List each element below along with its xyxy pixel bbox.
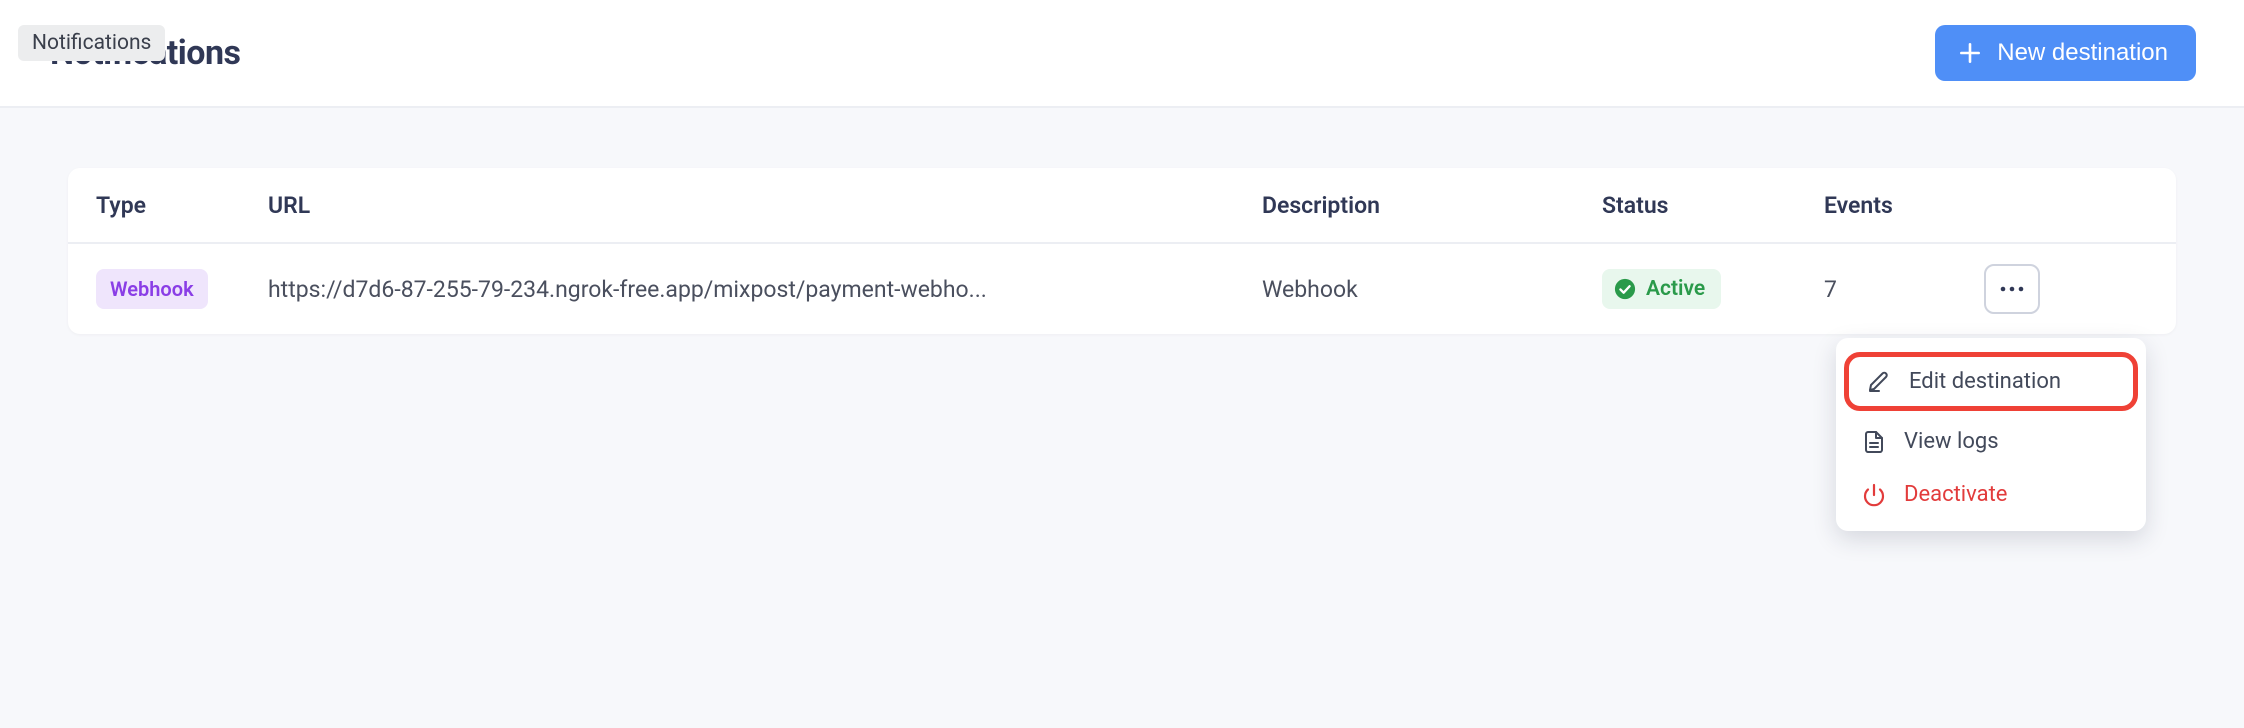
col-description: Description bbox=[1262, 192, 1602, 219]
destinations-card: Type URL Description Status Events Webho… bbox=[68, 168, 2176, 334]
table-row[interactable]: Webhook https://d7d6-87-255-79-234.ngrok… bbox=[68, 244, 2176, 334]
row-description: Webhook bbox=[1262, 276, 1602, 303]
new-destination-label: New destination bbox=[1997, 39, 2168, 67]
row-url: https://d7d6-87-255-79-234.ngrok-free.ap… bbox=[268, 276, 1262, 303]
power-icon bbox=[1862, 483, 1886, 507]
status-badge: Active bbox=[1602, 269, 1721, 309]
tooltip-notifications: Notifications bbox=[18, 25, 165, 61]
row-events: 7 bbox=[1824, 276, 1984, 303]
menu-edit-destination[interactable]: Edit destination bbox=[1844, 352, 2138, 411]
col-status: Status bbox=[1602, 192, 1824, 219]
table-header: Type URL Description Status Events bbox=[68, 168, 2176, 244]
document-icon bbox=[1862, 430, 1886, 454]
content-area: Type URL Description Status Events Webho… bbox=[0, 108, 2244, 728]
menu-logs-label: View logs bbox=[1904, 429, 1999, 454]
plus-icon bbox=[1957, 40, 1983, 66]
new-destination-button[interactable]: New destination bbox=[1935, 25, 2196, 81]
status-label: Active bbox=[1646, 277, 1705, 301]
col-type: Type bbox=[96, 192, 268, 219]
row-actions-menu: Edit destination View logs Deactivate bbox=[1836, 338, 2146, 531]
more-horizontal-icon bbox=[2000, 286, 2024, 292]
col-url: URL bbox=[268, 192, 1262, 219]
check-circle-icon bbox=[1614, 278, 1636, 300]
menu-edit-label: Edit destination bbox=[1909, 369, 2061, 394]
type-badge: Webhook bbox=[96, 269, 208, 309]
menu-view-logs[interactable]: View logs bbox=[1836, 415, 2146, 468]
page-header: Notifications New destination bbox=[0, 0, 2244, 108]
row-actions-button[interactable] bbox=[1984, 264, 2040, 314]
edit-icon bbox=[1867, 370, 1891, 394]
col-events: Events bbox=[1824, 192, 1984, 219]
menu-deactivate[interactable]: Deactivate bbox=[1836, 468, 2146, 521]
menu-deactivate-label: Deactivate bbox=[1904, 482, 2007, 507]
